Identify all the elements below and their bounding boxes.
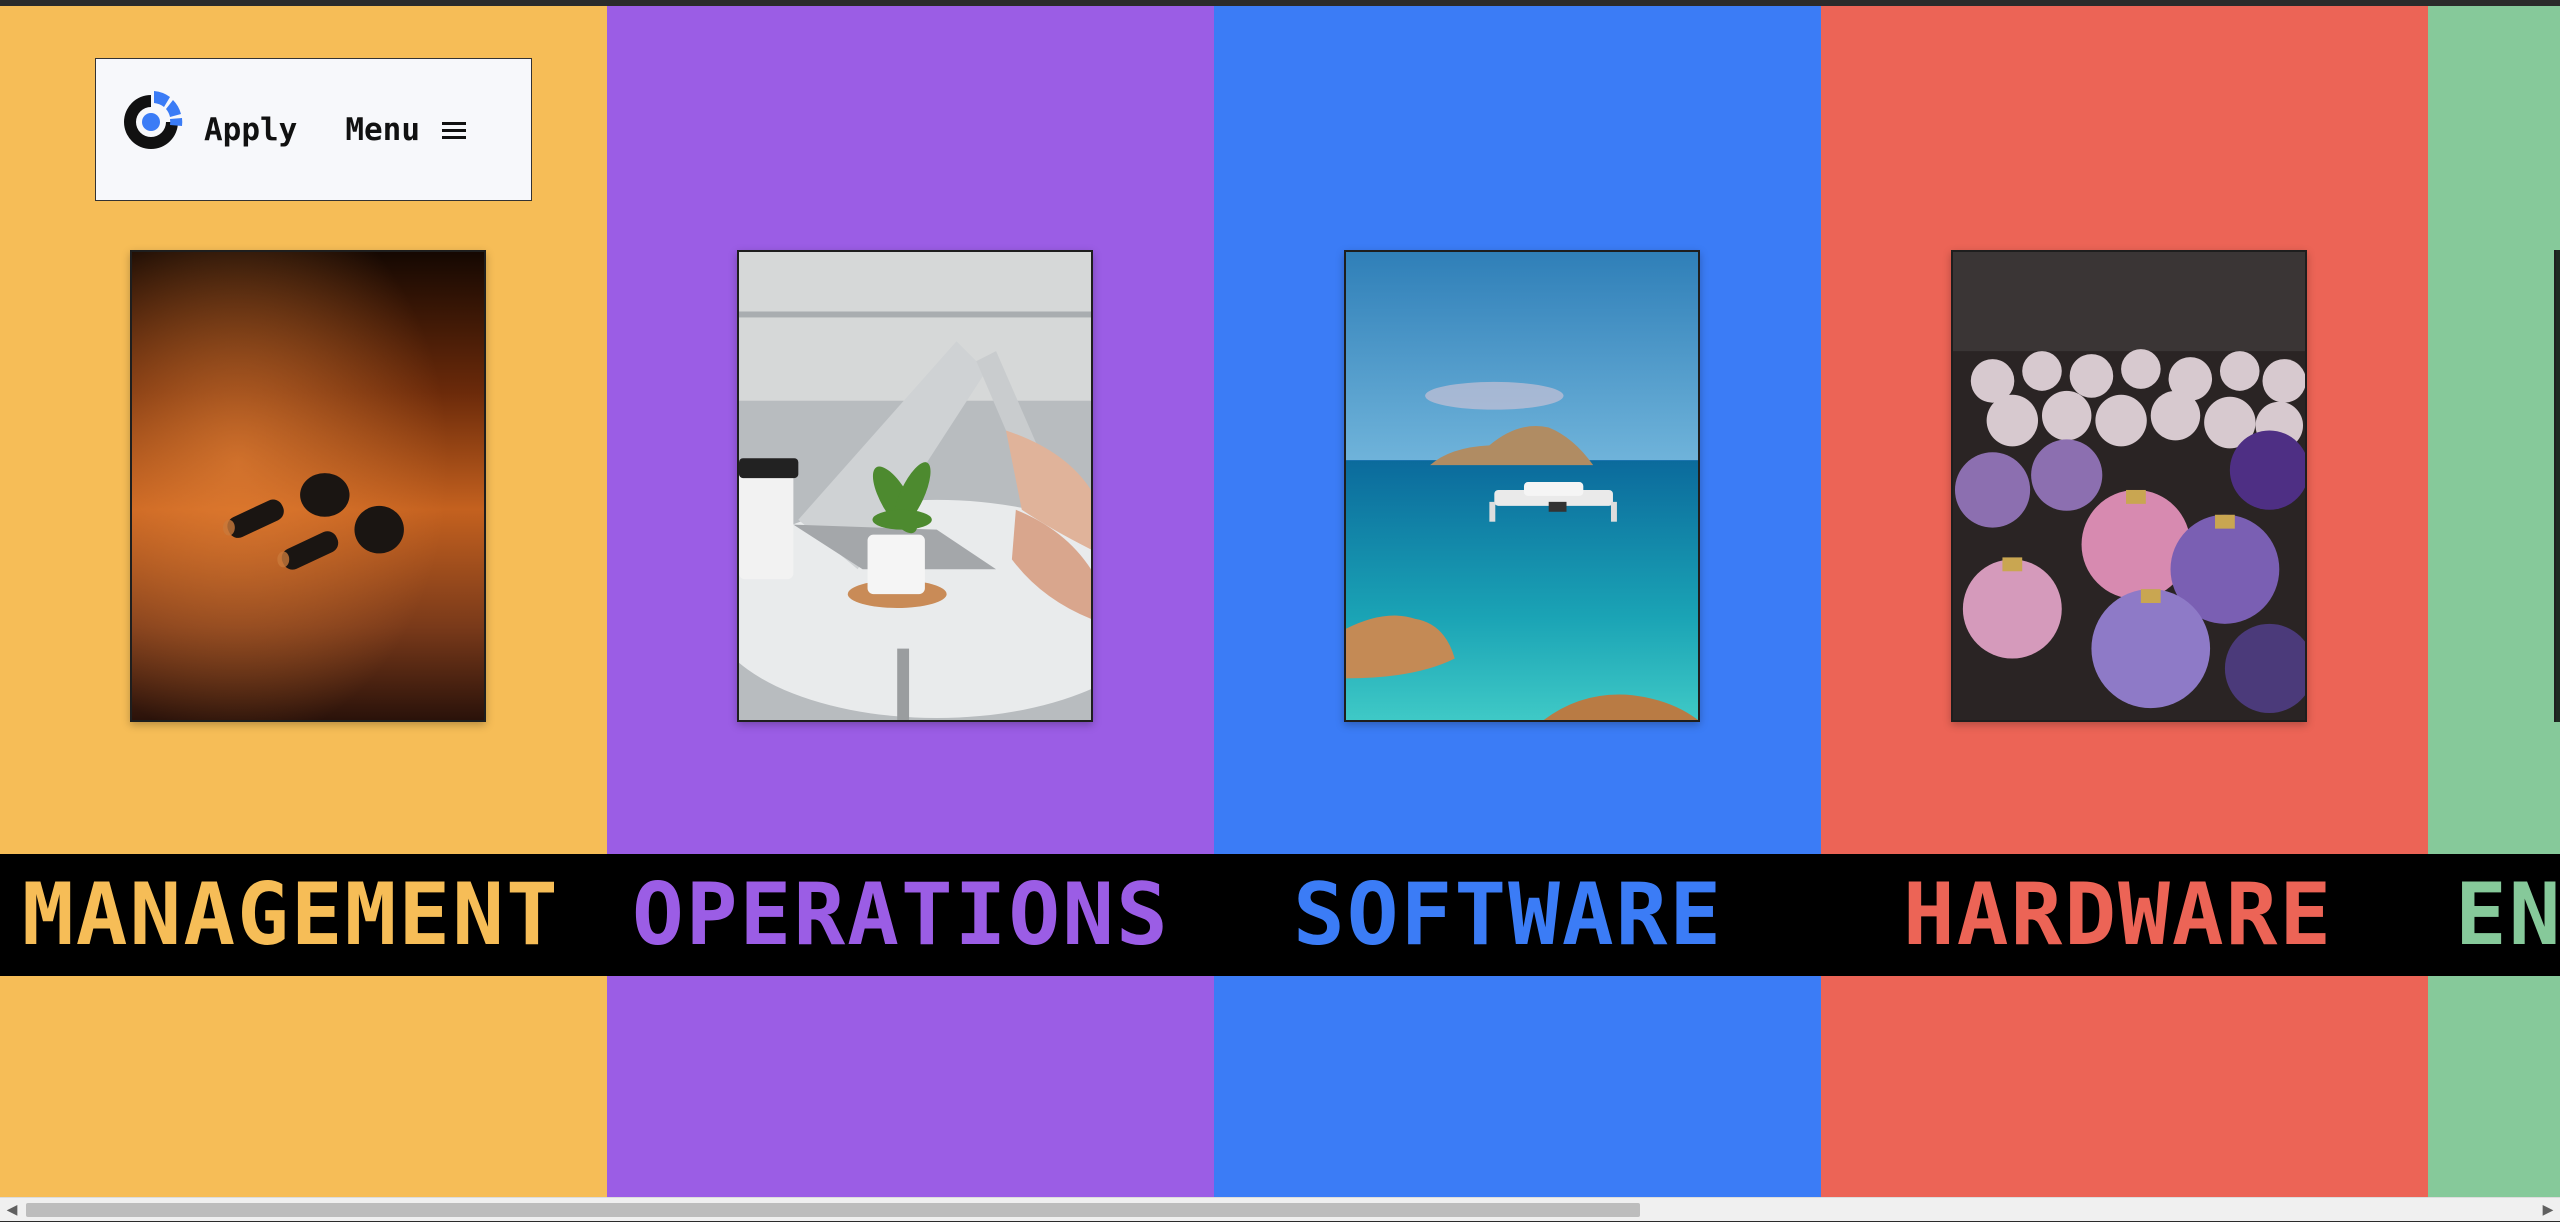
scrollbar-thumb[interactable]: [26, 1203, 1640, 1217]
photo-office-desk[interactable]: [737, 250, 1093, 722]
label-management[interactable]: MANAGEMENT: [22, 854, 560, 976]
label-hardware[interactable]: HARDWARE: [1903, 854, 2333, 976]
scroll-left-arrow-icon[interactable]: ◀: [0, 1198, 24, 1222]
menu-button[interactable]: Menu: [345, 112, 470, 148]
photo-ornaments[interactable]: [1951, 250, 2307, 722]
apply-link[interactable]: Apply: [204, 112, 297, 148]
menu-label: Menu: [345, 111, 420, 148]
horizontal-scrollbar[interactable]: ◀ ▶: [0, 1197, 2560, 1221]
photo-earbuds[interactable]: [130, 250, 486, 722]
column-hardware[interactable]: [1821, 6, 2428, 1197]
hamburger-icon: [441, 121, 466, 139]
label-partial[interactable]: EN: [2455, 854, 2560, 976]
photo-drone-sea[interactable]: [1344, 250, 1700, 722]
column-next-partial[interactable]: [2428, 6, 2560, 1197]
page-viewport: MANAGEMENT OPERATIONS SOFTWARE HARDWARE …: [0, 6, 2560, 1197]
label-software[interactable]: SOFTWARE: [1293, 854, 1723, 976]
category-label-band: MANAGEMENT OPERATIONS SOFTWARE HARDWARE …: [0, 854, 2560, 976]
site-header: Apply Menu: [95, 58, 532, 201]
column-software[interactable]: [1214, 6, 1821, 1197]
company-logo-icon[interactable]: [118, 89, 184, 155]
column-operations[interactable]: [607, 6, 1214, 1197]
scroll-right-arrow-icon[interactable]: ▶: [2536, 1198, 2560, 1222]
photo-next-partial: [2554, 250, 2560, 722]
label-operations[interactable]: OPERATIONS: [632, 854, 1170, 976]
